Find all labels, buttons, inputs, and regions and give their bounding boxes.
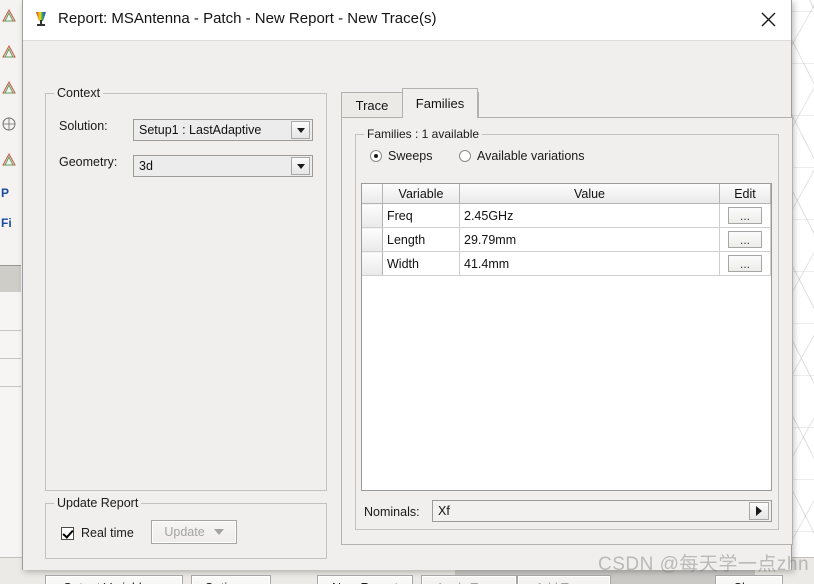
tab-families[interactable]: Families xyxy=(402,88,478,118)
context-group-label: Context xyxy=(54,86,104,100)
update-button[interactable]: Update xyxy=(151,520,237,544)
cell-edit: ... xyxy=(719,251,771,276)
families-group: Families : 1 available Sweeps Available … xyxy=(355,127,779,530)
nominals-field[interactable]: Xf xyxy=(432,500,772,522)
chevron-right-icon[interactable] xyxy=(749,502,769,520)
tree-model-icon xyxy=(1,8,17,24)
radio-available-variations[interactable]: Available variations xyxy=(459,149,584,163)
checkbox-icon[interactable] xyxy=(61,526,74,540)
add-trace-label: Add Trace xyxy=(536,581,593,584)
left-panel-line-3 xyxy=(0,386,21,387)
families-group-label: Families : 1 available xyxy=(364,127,483,141)
geometry-value: 3d xyxy=(139,159,153,173)
variables-table[interactable]: Variable Value Edit Freq 2.45GHz ... Len… xyxy=(361,183,772,491)
radio-icon[interactable] xyxy=(459,150,471,162)
dialog-footer: Output Variables... Options... New Repor… xyxy=(23,552,791,584)
apply-trace-label: Apply Trace xyxy=(436,581,502,584)
nominals-value: Xf xyxy=(438,504,450,518)
column-header-value[interactable]: Value xyxy=(459,184,720,204)
cell-variable: Length xyxy=(382,227,460,252)
left-panel-divider xyxy=(0,265,21,293)
cell-edit: ... xyxy=(719,227,771,252)
close-label: Close xyxy=(733,581,765,584)
column-header-edit[interactable]: Edit xyxy=(719,184,771,204)
tab-families-label: Families xyxy=(415,96,465,111)
edit-button[interactable]: ... xyxy=(728,231,762,248)
chevron-down-icon[interactable] xyxy=(291,157,310,175)
tab-strip-edge xyxy=(478,92,479,118)
radio-available-variations-label: Available variations xyxy=(477,149,585,163)
output-variables-label: Output Variables... xyxy=(63,581,166,584)
update-button-label: Update xyxy=(164,525,205,539)
radio-sweeps-label: Sweeps xyxy=(388,149,433,163)
dialog-title: Report: MSAntenna - Patch - New Report -… xyxy=(58,10,437,27)
tab-trace[interactable]: Trace xyxy=(341,92,403,118)
left-panel-lower xyxy=(0,292,21,584)
variables-table-grid: Variable Value Edit Freq 2.45GHz ... Len… xyxy=(362,184,771,276)
close-icon[interactable] xyxy=(745,0,791,39)
edit-button[interactable]: ... xyxy=(728,255,762,272)
tree-label-p: P xyxy=(1,186,10,200)
table-row[interactable]: Length 29.79mm ... xyxy=(362,227,771,252)
tab-strip: Trace Families xyxy=(341,88,793,118)
chevron-down-icon xyxy=(213,529,224,535)
row-selector[interactable] xyxy=(362,203,383,228)
edit-button[interactable]: ... xyxy=(728,207,762,224)
apply-trace-button[interactable]: Apply Trace xyxy=(421,575,517,584)
table-row[interactable]: Freq 2.45GHz ... xyxy=(362,203,771,228)
row-selector[interactable] xyxy=(362,251,383,276)
add-trace-button[interactable]: Add Trace xyxy=(517,575,611,584)
dialog-titlebar: Report: MSAntenna - Patch - New Report -… xyxy=(23,0,791,41)
dialog-body: Context Solution: Setup1 : LastAdaptive … xyxy=(23,41,793,584)
tree-model-icon-4 xyxy=(1,152,17,168)
solution-combo[interactable]: Setup1 : LastAdaptive xyxy=(133,119,313,141)
hfss-app-icon xyxy=(32,10,50,28)
context-group: Context xyxy=(45,86,327,491)
table-header-row: Variable Value Edit xyxy=(362,184,771,204)
new-report-label: New Report xyxy=(332,581,398,584)
left-panel-line-1 xyxy=(0,330,21,331)
solution-value: Setup1 : LastAdaptive xyxy=(139,123,262,137)
cell-value: 41.4mm xyxy=(459,251,720,276)
radio-icon[interactable] xyxy=(370,150,382,162)
column-header-variable[interactable]: Variable xyxy=(382,184,460,204)
close-button[interactable]: Close xyxy=(715,575,783,584)
cell-variable: Width xyxy=(382,251,460,276)
cell-variable: Freq xyxy=(382,203,460,228)
tree-label-fi: Fi xyxy=(1,216,12,230)
tree-mesh-icon xyxy=(1,116,17,132)
families-tab-panel: Families : 1 available Sweeps Available … xyxy=(341,117,793,545)
left-panel-line-2 xyxy=(0,358,21,359)
geometry-label: Geometry: xyxy=(59,155,118,169)
cell-value: 2.45GHz xyxy=(459,203,720,228)
tree-model-icon-3 xyxy=(1,80,17,96)
nominals-label: Nominals: xyxy=(364,505,420,519)
update-report-group-label: Update Report xyxy=(54,496,142,510)
chevron-down-icon[interactable] xyxy=(291,121,310,139)
tab-trace-label: Trace xyxy=(355,98,389,113)
radio-sweeps[interactable]: Sweeps xyxy=(370,149,432,163)
table-corner-cell xyxy=(362,184,383,204)
tree-model-icon-2 xyxy=(1,44,17,60)
report-dialog: Report: MSAntenna - Patch - New Report -… xyxy=(22,0,793,584)
cell-edit: ... xyxy=(719,203,771,228)
options-button[interactable]: Options... xyxy=(191,575,271,584)
options-label: Options... xyxy=(204,581,258,584)
realtime-checkbox[interactable]: Real time xyxy=(61,526,134,540)
realtime-label: Real time xyxy=(81,526,134,540)
table-row[interactable]: Width 41.4mm ... xyxy=(362,251,771,276)
output-variables-button[interactable]: Output Variables... xyxy=(45,575,183,584)
solution-label: Solution: xyxy=(59,119,108,133)
new-report-button[interactable]: New Report xyxy=(317,575,413,584)
cell-value: 29.79mm xyxy=(459,227,720,252)
geometry-combo[interactable]: 3d xyxy=(133,155,313,177)
row-selector[interactable] xyxy=(362,227,383,252)
screen: P Fi Report: MSAntenna - Patch - New Rep… xyxy=(0,0,814,584)
